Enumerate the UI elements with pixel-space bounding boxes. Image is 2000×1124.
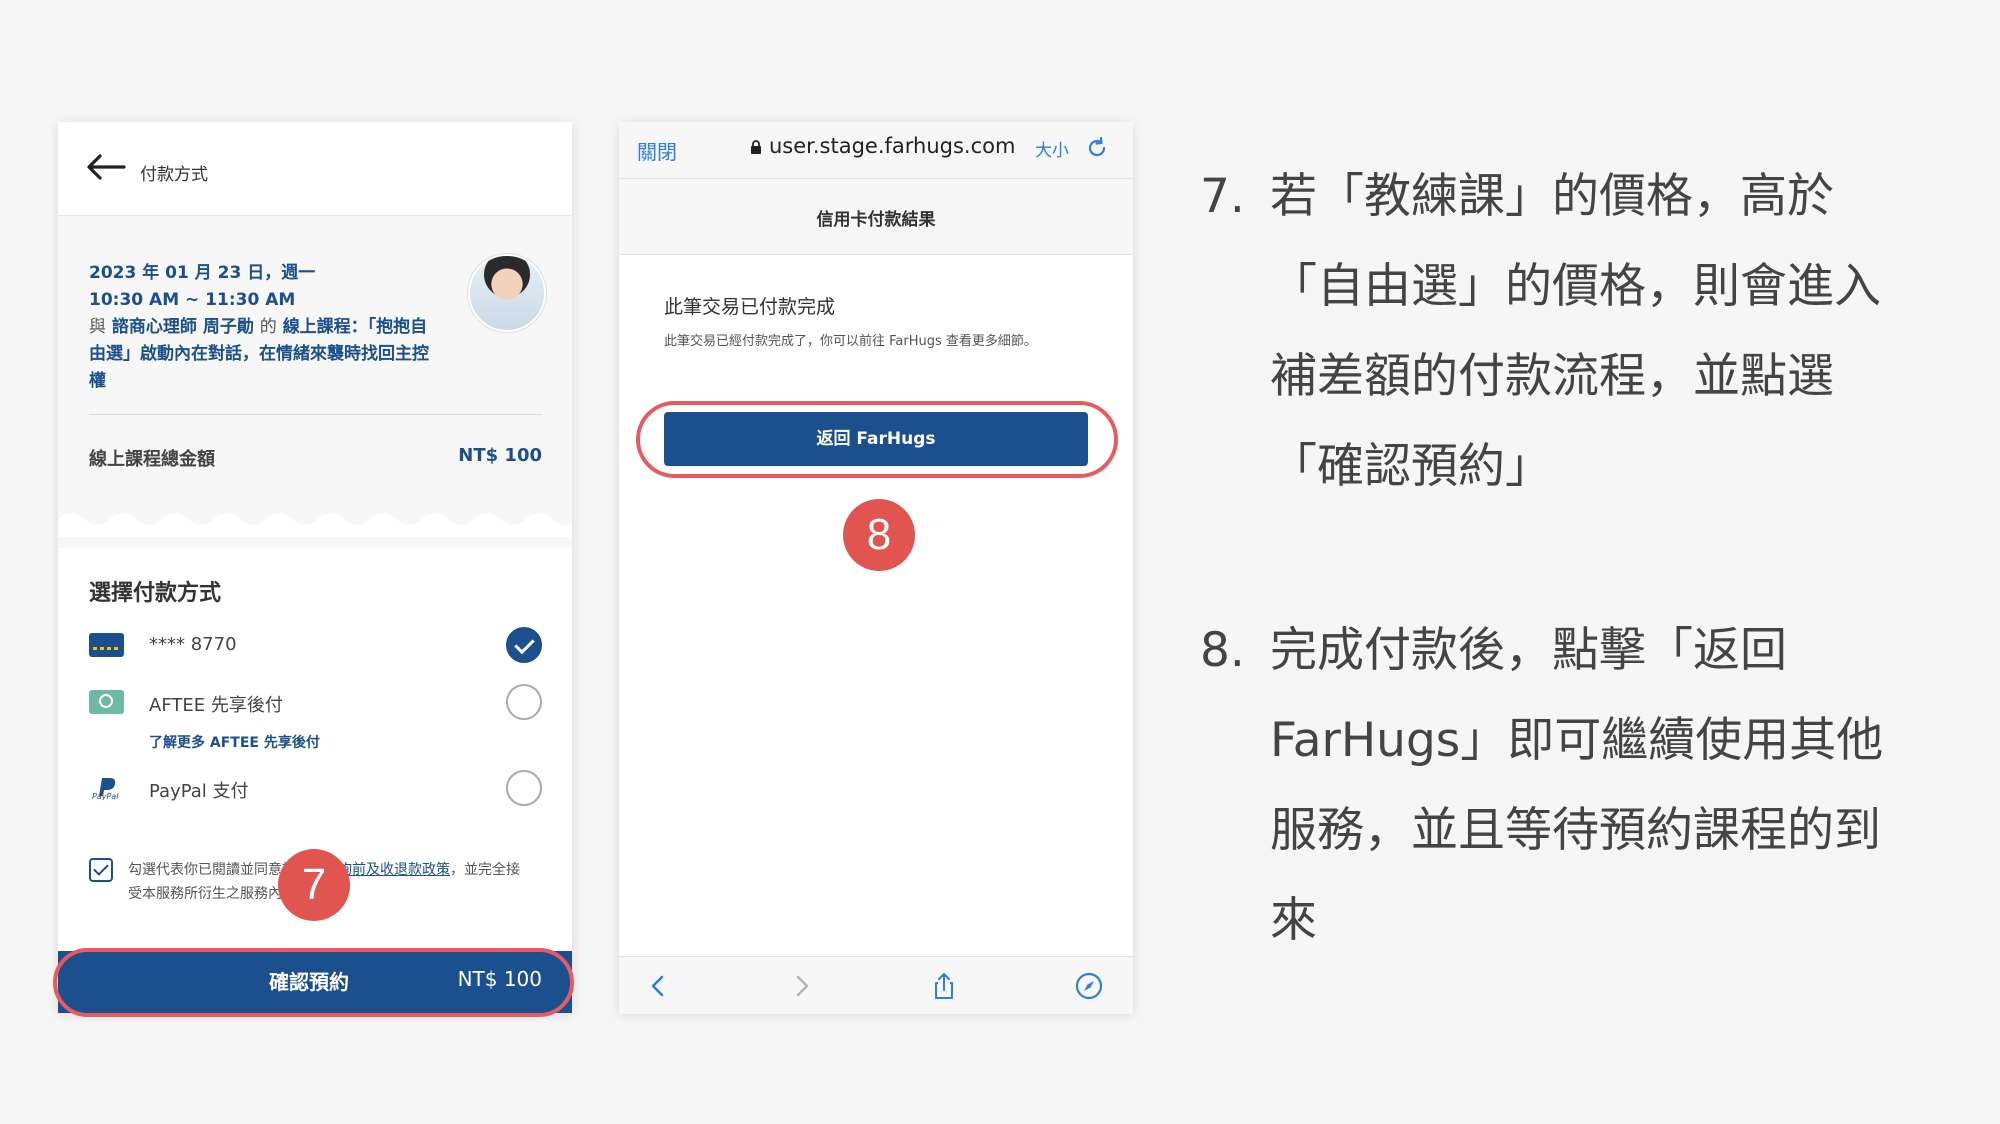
highlight-confirm-button [53,948,574,1017]
instruction-text: 若「教練課」的價格，高於「自由選」的價格，則會進入補差額的付款流程，並點選「確認… [1270,169,1881,494]
instruction-number: 8. [1200,623,1245,678]
payment-method-card-row[interactable]: **** 8770 [89,625,542,665]
course-date: 2023 年 01 月 23 日，週一 [89,263,316,283]
aftee-icon [89,690,124,714]
url-bar[interactable]: user.stage.farhugs.com [769,134,1015,158]
total-label: 線上課程總金額 [89,449,215,470]
result-title: 此筆交易已付款完成 [664,296,836,318]
back-arrow-icon[interactable] [86,152,126,182]
paypal-icon: PayPal [89,776,124,801]
result-description: 此筆交易已經付款完成了，你可以前往 FarHugs 查看更多細節。 [664,334,1037,349]
reload-icon[interactable] [1085,136,1109,160]
credit-card-icon [89,633,124,657]
total-value: NT$ 100 [458,445,542,466]
compass-icon[interactable] [1074,971,1104,1001]
payment-header: 付款方式 [58,122,572,216]
result-header: 信用卡付款結果 [619,179,1133,255]
close-button[interactable]: 關閉 [637,136,677,165]
payment-method-paypal-row[interactable]: PayPal PayPal 支付 [89,768,542,808]
payment-method-aftee-row[interactable]: AFTEE 先享後付 [89,682,542,722]
step-badge-8: 8 [843,499,915,571]
counselor-avatar [468,254,546,332]
forward-icon[interactable] [787,971,817,1001]
instruction-text: 完成付款後，點擊「返回 FarHugs」即可繼續使用其他服務，並且等待預約課程的… [1270,623,1884,948]
highlight-return-button [636,401,1118,478]
radio-unselected[interactable] [506,684,542,720]
receipt-edge [58,513,572,537]
back-icon[interactable] [643,971,673,1001]
agree-checkbox[interactable] [89,858,113,882]
radio-unselected[interactable] [506,770,542,806]
payment-method-label: AFTEE 先享後付 [149,695,283,716]
browser-bottom-bar [619,956,1133,1014]
radio-selected[interactable] [506,627,542,663]
payment-method-label: **** 8770 [149,634,237,655]
counselor-name: 諮商心理師 周子勛 [111,317,254,337]
page-title: 付款方式 [140,165,208,185]
browser-toolbar: 關閉 user.stage.farhugs.com 大小 [619,122,1133,179]
page-title: 信用卡付款結果 [816,210,936,230]
instruction-number: 7. [1200,169,1245,224]
divider [89,414,542,415]
share-icon[interactable] [929,971,959,1001]
step-badge-7: 7 [278,849,350,921]
payment-method-label: PayPal 支付 [149,781,249,802]
aftee-info-link[interactable]: 了解更多 AFTEE 先享後付 [149,732,320,752]
payment-method-title: 選擇付款方式 [89,581,222,606]
text-size-button[interactable]: 大小 [1035,136,1069,161]
svg-text:PayPal: PayPal [92,792,119,800]
lock-icon [751,140,761,154]
course-info: 2023 年 01 月 23 日，週一 10:30 AM ~ 11:30 AM … [89,260,509,395]
course-time: 10:30 AM ~ 11:30 AM [89,290,296,310]
